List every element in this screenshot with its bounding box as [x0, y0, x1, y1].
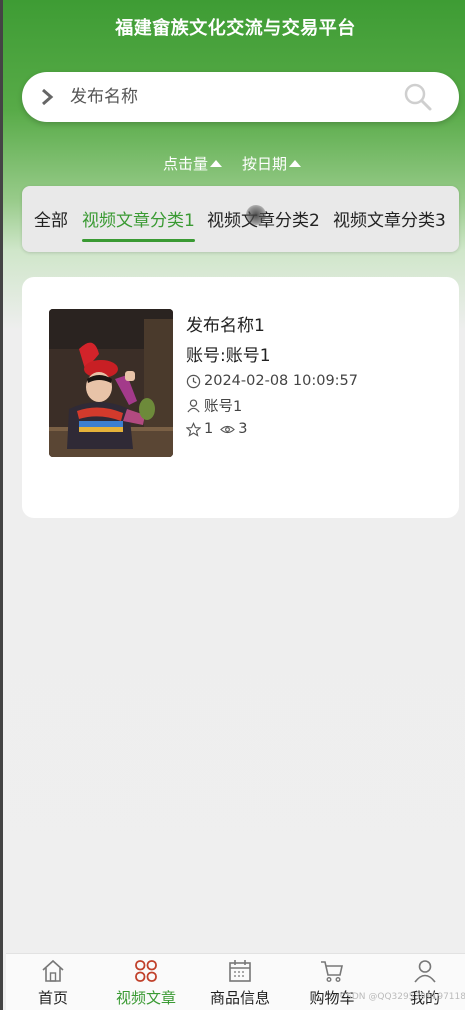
item-user: 账号1	[204, 398, 243, 415]
eye-icon	[220, 425, 236, 433]
item-datetime: 2024-02-08 10:09:57	[204, 373, 358, 389]
item-stars: 1	[204, 421, 214, 437]
item-stats-row: 1 3	[186, 417, 358, 441]
tab-all[interactable]: 全部	[34, 206, 68, 231]
nav-products-label: 商品信息	[209, 989, 270, 1007]
sort-by-clicks[interactable]: 点击量	[163, 153, 223, 174]
photo-image	[49, 309, 173, 457]
list-item[interactable]: 发布名称1 账号:账号1 2024-02-08 10:09:57 账号1 1 3	[22, 277, 459, 518]
item-datetime-row: 2024-02-08 10:09:57	[186, 369, 358, 393]
search-input[interactable]	[70, 82, 390, 112]
star-icon	[186, 421, 201, 437]
touch-indicator	[246, 205, 266, 225]
app-screen: 福建畲族文化交流与交易平台 点击量 按日期 全部 视频文章分类1 视频文章分类2…	[0, 0, 465, 1010]
nav-home-label: 首页	[37, 989, 68, 1007]
user-icon	[414, 960, 436, 983]
bottom-nav: 首页 视频文章 商品信息 购物车 我的 CSDN @QQ329539119711…	[6, 953, 465, 1010]
nav-home[interactable]: 首页	[8, 958, 98, 1008]
calendar-icon	[229, 960, 251, 982]
home-icon	[42, 959, 64, 982]
item-info: 发布名称1 账号:账号1 2024-02-08 10:09:57 账号1 1 3	[186, 311, 358, 441]
cart-icon	[321, 961, 343, 983]
nav-products[interactable]: 商品信息	[195, 958, 285, 1008]
user-icon	[187, 398, 200, 412]
item-title[interactable]: 发布名称1	[186, 311, 358, 341]
sort-by-date[interactable]: 按日期	[242, 153, 302, 174]
item-views: 3	[238, 421, 248, 437]
tab-category-3[interactable]: 视频文章分类3	[333, 206, 446, 231]
chevron-right-icon[interactable]	[38, 86, 56, 108]
page-title: 福建畲族文化交流与交易平台	[115, 18, 356, 39]
watermark: CSDN @QQ3295391197118	[339, 992, 465, 1002]
tab-category-1[interactable]: 视频文章分类1	[82, 206, 195, 242]
sort-options: 点击量 按日期	[163, 153, 302, 174]
category-tabs: 全部 视频文章分类1 视频文章分类2 视频文章分类3	[22, 186, 459, 252]
item-thumbnail[interactable]	[49, 309, 173, 457]
sort-up-icon	[289, 160, 302, 167]
item-account: 账号:账号1	[186, 346, 271, 366]
search-bar[interactable]	[22, 72, 459, 122]
sort-date-label: 按日期	[242, 155, 288, 173]
sort-up-icon	[210, 160, 223, 167]
search-icon[interactable]	[403, 82, 433, 112]
clover-icon	[135, 960, 157, 982]
nav-video-articles[interactable]: 视频文章	[101, 958, 191, 1008]
item-user-row: 账号1	[186, 393, 358, 417]
nav-video-articles-label: 视频文章	[115, 989, 176, 1007]
sort-clicks-label: 点击量	[163, 155, 209, 173]
clock-icon	[186, 374, 201, 388]
